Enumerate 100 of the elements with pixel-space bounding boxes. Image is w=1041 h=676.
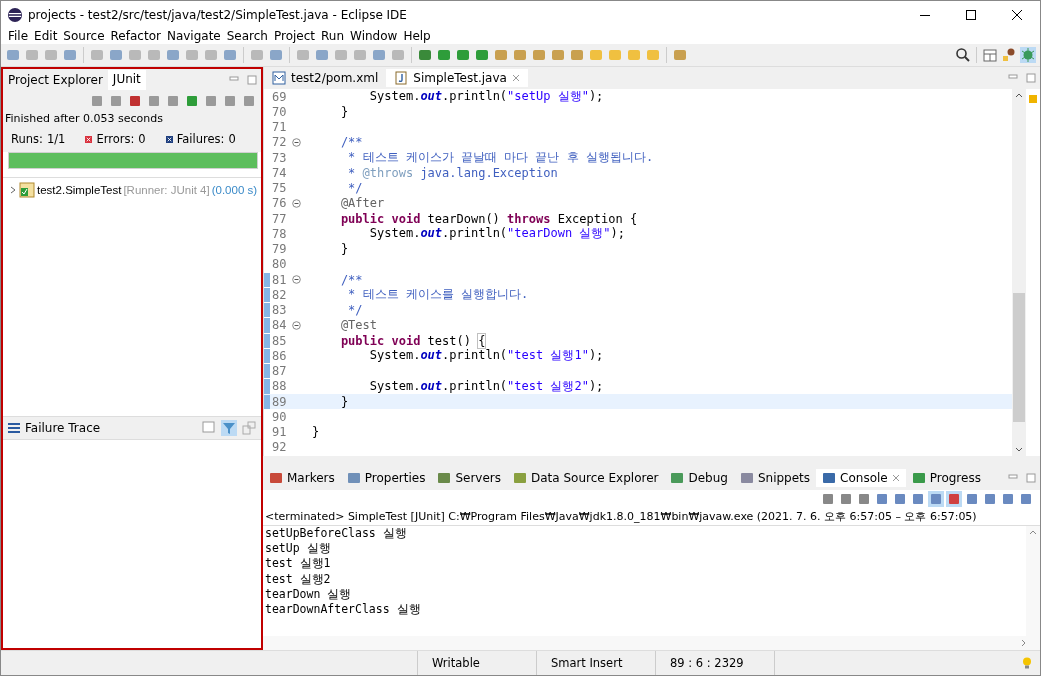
toolbar-icon[interactable] xyxy=(569,47,585,63)
line-number: 91 xyxy=(271,425,288,440)
code-line: } xyxy=(311,425,320,440)
toolbar-icon[interactable] xyxy=(417,47,433,63)
warning-marker[interactable] xyxy=(1029,95,1037,103)
view-tab[interactable]: Project Explorer xyxy=(3,71,108,89)
line-number: 70 xyxy=(271,104,288,119)
toolbar-icon[interactable] xyxy=(371,47,387,63)
code-line: public void tearDown() throws Exception { xyxy=(339,211,638,226)
toolbar-icon[interactable] xyxy=(928,491,944,507)
toolbar-icon[interactable] xyxy=(89,93,105,109)
toolbar-icon[interactable] xyxy=(62,47,78,63)
scrollbar-thumb[interactable] xyxy=(1013,292,1025,422)
toolbar-icon[interactable] xyxy=(314,47,330,63)
line-number: 87 xyxy=(271,364,288,379)
toolbar-icon[interactable] xyxy=(1018,491,1034,507)
editor-tab[interactable]: SimpleTest.java xyxy=(386,69,528,87)
editor-tab[interactable]: test2/pom.xml xyxy=(264,69,387,87)
toolbar-icon[interactable] xyxy=(5,47,21,63)
failure-icon xyxy=(165,135,173,143)
search-icon[interactable] xyxy=(955,47,971,63)
toolbar-icon[interactable] xyxy=(512,47,528,63)
toolbar-icon[interactable] xyxy=(946,491,962,507)
toolbar-icon[interactable] xyxy=(108,93,124,109)
toolbar-icon[interactable] xyxy=(820,491,836,507)
toolbar-icon[interactable] xyxy=(838,491,854,507)
line-number: 89 xyxy=(271,394,288,409)
copy-icon[interactable] xyxy=(241,420,257,436)
view-tab[interactable]: JUnit xyxy=(107,70,146,90)
test-class-name[interactable]: test2.SimpleTest xyxy=(37,184,122,196)
view-tab[interactable]: Markers xyxy=(263,469,341,487)
debug-perspective-icon[interactable] xyxy=(1020,47,1036,63)
toolbar-icon[interactable] xyxy=(165,93,181,109)
menu-item[interactable]: Search xyxy=(223,29,271,43)
line-number: 92 xyxy=(271,440,288,455)
console-line: setUpBeforeClass 실행 xyxy=(265,526,408,542)
toolbar-icon[interactable] xyxy=(910,491,926,507)
perspective-icon[interactable] xyxy=(982,47,998,63)
menu-item[interactable]: Refactor xyxy=(107,29,164,43)
lightbulb-icon[interactable] xyxy=(1020,656,1034,670)
code-line: /** xyxy=(339,272,363,287)
toolbar-icon[interactable] xyxy=(146,93,162,109)
menu-item[interactable]: Run xyxy=(318,29,348,43)
toolbar-icon[interactable] xyxy=(964,491,980,507)
view-tab[interactable]: Properties xyxy=(340,469,432,487)
toolbar-icon[interactable] xyxy=(203,93,219,109)
toolbar-icon[interactable] xyxy=(184,93,200,109)
toolbar-icon[interactable] xyxy=(222,47,238,63)
line-number: 69 xyxy=(271,89,288,104)
menu-item[interactable]: Project xyxy=(270,29,319,43)
console-header: <terminated> SimpleTest [JUnit] C:₩Program Files₩Java₩jdk1.8.0_181₩bin₩javaw.exe (2021. 7. 6. 오후 6:57:05 – 오후 6:57:05) xyxy=(264,509,978,525)
toolbar-icon[interactable] xyxy=(493,47,509,63)
view-tab[interactable]: Progress xyxy=(905,469,987,487)
toolbar-icon[interactable] xyxy=(241,93,257,109)
menu-item[interactable]: Edit xyxy=(31,29,61,43)
toolbar-icon[interactable] xyxy=(1000,491,1016,507)
perspective-icon[interactable] xyxy=(1001,47,1017,63)
toolbar-icon[interactable] xyxy=(874,491,890,507)
code-line: */ xyxy=(347,303,363,318)
toolbar-icon[interactable] xyxy=(108,47,124,63)
toolbar-icon[interactable] xyxy=(222,93,238,109)
toolbar-icon[interactable] xyxy=(474,47,490,63)
counter-value: 0 xyxy=(138,132,146,146)
code-line: System.out.println("test 실행2"); xyxy=(368,377,604,395)
menu-item[interactable]: File xyxy=(5,29,32,43)
counter-label: Failures: xyxy=(176,132,225,146)
status-field: 89 : 6 : 2329 xyxy=(656,651,775,675)
counter-label: Errors: xyxy=(96,132,135,146)
view-tab[interactable]: Console xyxy=(816,469,906,487)
line-number: 81 xyxy=(271,272,288,287)
toolbar-icon[interactable] xyxy=(550,47,566,63)
menu-item[interactable]: Source xyxy=(60,29,108,43)
toolbar-icon[interactable] xyxy=(672,47,688,63)
code-line: } xyxy=(339,394,349,409)
view-tab[interactable]: Data Source Explorer xyxy=(507,469,665,487)
toolbar-icon[interactable] xyxy=(127,93,143,109)
menu-item[interactable]: Window xyxy=(347,29,401,43)
code-line: System.out.println("tearDown 실행"); xyxy=(368,226,626,243)
toolbar-icon[interactable] xyxy=(455,47,471,63)
toolbar-icon[interactable] xyxy=(436,47,452,63)
filter-icon[interactable] xyxy=(221,420,237,436)
toolbar-icon[interactable] xyxy=(856,491,872,507)
view-tab[interactable]: Servers xyxy=(431,469,507,487)
menu-item[interactable]: Navigate xyxy=(163,29,224,43)
compare-icon[interactable] xyxy=(201,420,217,436)
toolbar-icon[interactable] xyxy=(531,47,547,63)
view-tab[interactable]: Snippets xyxy=(733,469,817,487)
toolbar-icon[interactable] xyxy=(982,491,998,507)
toolbar-icon[interactable] xyxy=(165,47,181,63)
toolbar-icon[interactable] xyxy=(268,47,284,63)
collapse-icon[interactable] xyxy=(292,320,301,330)
collapse-icon[interactable] xyxy=(292,275,301,285)
collapse-icon[interactable] xyxy=(292,198,301,208)
code-line: * 테스트 케이스가 끝날때 마다 끝난 후 실행됩니다. xyxy=(347,149,654,167)
menu-item[interactable]: Help xyxy=(400,29,434,43)
collapse-icon[interactable] xyxy=(292,137,301,147)
toolbar-icon[interactable] xyxy=(892,491,908,507)
line-number: 88 xyxy=(271,379,288,394)
console-line: test 실행1 xyxy=(265,556,332,572)
view-tab[interactable]: Debug xyxy=(664,469,734,487)
